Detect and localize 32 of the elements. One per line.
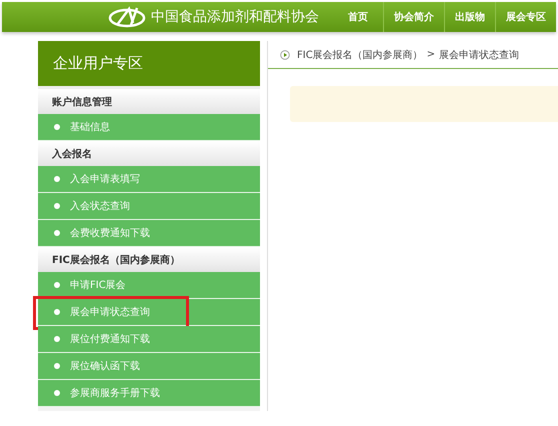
nav-link[interactable]: 展会专区 [495, 2, 556, 32]
menu-group-heading: FIC展会报名（国内参展商） [38, 247, 260, 272]
menu-group-heading: 账户信息管理 [38, 89, 260, 114]
menu-item[interactable]: 参展商服务手册下载 [38, 380, 260, 407]
sidebar-title: 企业用户专区 [38, 41, 260, 89]
bullet-icon [54, 282, 60, 288]
bullet-icon [54, 230, 60, 236]
bullet-icon [54, 309, 60, 315]
play-circle-icon [280, 50, 290, 60]
menu-group-heading: 入会报名 [38, 141, 260, 166]
menu-item[interactable]: 入会申请表填写 [38, 166, 260, 193]
menu-item[interactable]: 展会申请状态查询 [38, 299, 260, 326]
breadcrumb-current: 展会申请状态查询 [439, 48, 520, 62]
nav-link[interactable]: 首页 [333, 2, 383, 32]
menu-item[interactable]: 基础信息 [38, 114, 260, 141]
nav-link[interactable]: 出版物 [444, 2, 495, 32]
menu-item[interactable]: 展位确认函下载 [38, 353, 260, 380]
bullet-icon [54, 390, 60, 396]
bullet-icon [54, 124, 60, 130]
bullet-icon [54, 336, 60, 342]
menu-item[interactable]: 展位付费通知下载 [38, 326, 260, 353]
bullet-icon [54, 203, 60, 209]
nav-link[interactable]: 协会简介 [383, 2, 444, 32]
bullet-icon [54, 363, 60, 369]
breadcrumb-separator: > [426, 49, 436, 60]
breadcrumb-link[interactable]: FIC展会报名（国内参展商） [297, 48, 423, 62]
menu-item[interactable]: 入会状态查询 [38, 193, 260, 220]
logo-icon [107, 5, 147, 29]
bullet-icon [54, 176, 60, 182]
menu-item[interactable]: 申请FIC展会 [38, 272, 260, 299]
site-name: 中国食品添加剂和配料协会 [151, 8, 319, 26]
menu-item[interactable]: 会费收费通知下载 [38, 220, 260, 247]
